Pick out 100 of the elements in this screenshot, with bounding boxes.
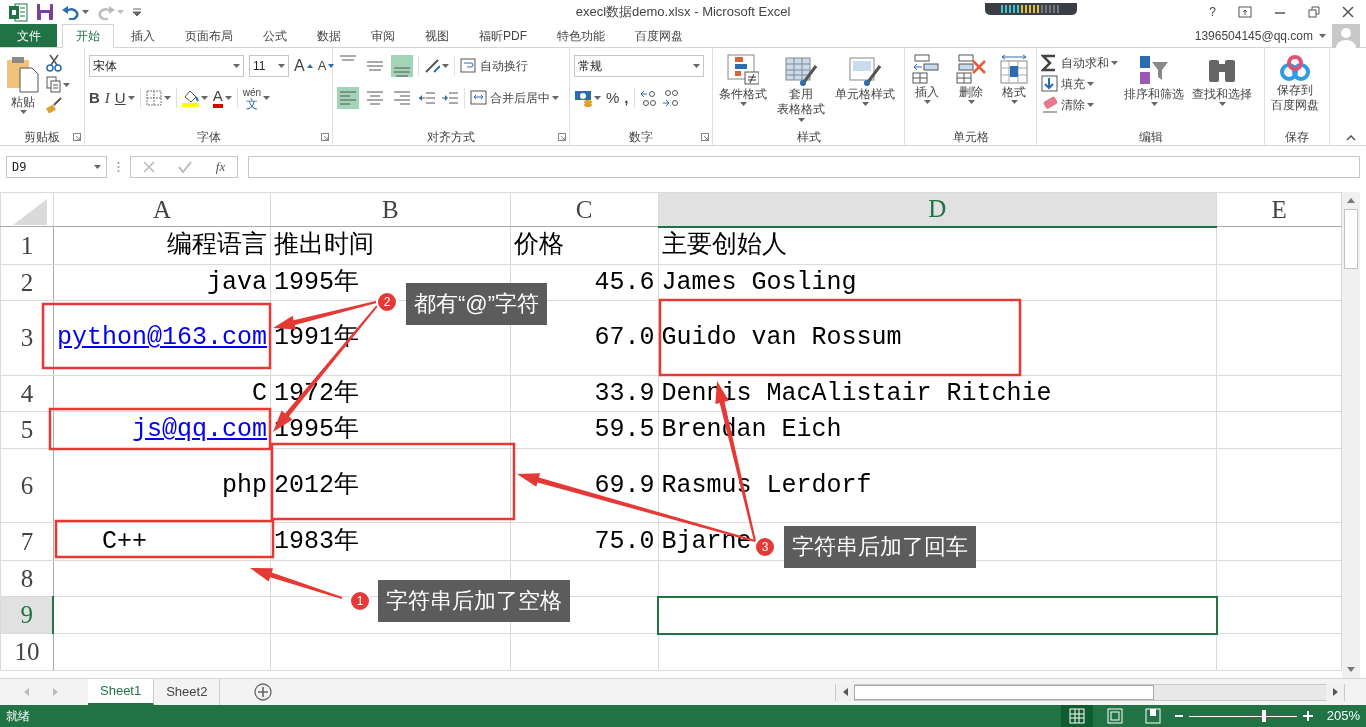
caret-icon[interactable] [224, 96, 232, 100]
table-format-button[interactable]: 套用 表格格式 [775, 54, 827, 128]
ribbon-tab[interactable]: 插入 [118, 24, 168, 47]
paste-button[interactable]: 粘贴 [4, 54, 42, 128]
italic-button[interactable]: I [104, 89, 110, 107]
scroll-right-icon[interactable] [1332, 688, 1338, 696]
active-cell[interactable] [658, 596, 1217, 634]
caret-icon[interactable] [19, 110, 27, 115]
caret-icon[interactable] [552, 96, 559, 100]
ribbon-tab[interactable]: 特色功能 [544, 24, 618, 47]
caret-icon[interactable] [739, 102, 747, 107]
dialog-launcher-icon[interactable] [321, 132, 329, 141]
zoom-out-icon[interactable] [1174, 712, 1183, 720]
horizontal-scrollbar[interactable] [835, 683, 1345, 701]
caret-icon[interactable] [63, 82, 70, 87]
font-size-field[interactable]: 11 [249, 55, 289, 77]
insert-cells-button[interactable]: 插入 [909, 54, 945, 128]
undo-button[interactable] [62, 4, 89, 20]
dialog-launcher-icon[interactable] [73, 132, 81, 141]
caret-icon[interactable] [163, 96, 171, 100]
comma-button[interactable]: , [624, 89, 629, 107]
insert-function-button[interactable]: fx [215, 157, 226, 177]
caret-icon[interactable] [594, 96, 601, 100]
outdent-icon[interactable] [418, 90, 436, 106]
scroll-thumb[interactable] [1344, 209, 1358, 269]
cell-style-button[interactable]: 单元格样式 [833, 54, 897, 128]
column-header[interactable]: A [53, 192, 271, 227]
sheet-tab[interactable]: Sheet1 [88, 679, 155, 705]
percent-button[interactable]: % [606, 89, 620, 107]
caret-icon[interactable] [967, 100, 975, 105]
column-header[interactable]: D [658, 192, 1217, 227]
excel-icon[interactable] [8, 2, 28, 22]
caret-icon[interactable] [797, 117, 805, 122]
restore-icon[interactable] [1308, 6, 1320, 18]
row-header[interactable]: 9 [0, 596, 54, 634]
indent-icon[interactable] [441, 90, 459, 106]
decrease-decimal-icon[interactable] [661, 89, 679, 107]
fill-color-button[interactable] [181, 89, 208, 107]
row-header[interactable]: 8 [0, 560, 54, 597]
borders-button[interactable] [145, 90, 171, 106]
column-header[interactable]: E [1216, 192, 1342, 227]
row-header[interactable]: 7 [0, 522, 54, 561]
caret-icon[interactable] [861, 102, 869, 107]
column-header[interactable]: B [270, 192, 511, 227]
grow-font-button[interactable]: A [294, 56, 313, 76]
sort-filter-button[interactable]: 排序和筛选 [1122, 54, 1186, 128]
row-header[interactable]: 5 [0, 411, 54, 449]
font-color-button[interactable]: A [212, 88, 232, 108]
caret-icon[interactable] [442, 64, 449, 68]
caret-icon[interactable] [923, 100, 931, 105]
number-format-field[interactable]: 常规 [574, 55, 704, 77]
save-icon[interactable] [36, 3, 54, 21]
save-to-cloud-button[interactable]: 保存到 百度网盘 [1269, 54, 1321, 128]
autosum-button[interactable]: 自动求和 [1041, 54, 1118, 72]
increase-decimal-icon[interactable] [639, 89, 657, 107]
caret-icon[interactable] [1319, 33, 1326, 38]
collapse-ribbon-icon[interactable] [1346, 135, 1356, 141]
name-box[interactable]: D9 [6, 156, 107, 178]
phonetic-button[interactable]: wén 文 [242, 86, 271, 110]
conditional-format-button[interactable]: 条件格式 [717, 54, 769, 128]
close-icon[interactable] [1342, 6, 1354, 18]
zoom-level[interactable]: 205% [1326, 706, 1360, 726]
row-header[interactable]: 2 [0, 264, 54, 301]
fill-button[interactable]: 填充 [1041, 75, 1118, 93]
column-header[interactable]: C [510, 192, 659, 227]
ribbon-tab[interactable]: 审阅 [358, 24, 408, 47]
caret-icon[interactable] [1111, 61, 1118, 65]
dialog-launcher-icon[interactable] [558, 132, 566, 141]
orientation-button[interactable] [424, 58, 449, 74]
merge-center-button[interactable]: 合并后居中 [470, 89, 559, 107]
row-header[interactable]: 4 [0, 375, 54, 412]
scroll-down-icon[interactable] [1347, 667, 1355, 672]
caret-icon[interactable] [1087, 82, 1094, 86]
caret-icon[interactable] [263, 96, 271, 100]
zoom-in-icon[interactable] [1302, 711, 1313, 721]
ribbon-tab[interactable]: 视图 [412, 24, 462, 47]
bold-button[interactable]: B [89, 89, 100, 107]
caret-icon[interactable] [1087, 103, 1094, 107]
ribbon-display-icon[interactable] [1238, 6, 1252, 18]
find-select-button[interactable]: 查找和选择 [1190, 54, 1254, 128]
ribbon-tab[interactable]: 开始 [62, 24, 114, 48]
caret-icon[interactable] [200, 96, 208, 100]
caret-icon[interactable] [94, 165, 101, 169]
account-name[interactable]: 1396504145@qq.com [1194, 26, 1313, 45]
currency-button[interactable] [574, 89, 601, 107]
scissors-icon[interactable] [46, 54, 62, 72]
wrap-text-button[interactable]: 自动换行 [460, 57, 528, 75]
normal-view-button[interactable] [1060, 705, 1093, 727]
caret-icon[interactable] [1010, 100, 1018, 105]
file-menu-button[interactable]: 文件 [0, 24, 57, 47]
caret-icon[interactable] [233, 64, 240, 68]
ribbon-tab[interactable]: 数据 [304, 24, 354, 47]
format-cells-button[interactable]: 格式 [997, 54, 1031, 128]
scroll-left-icon[interactable] [842, 688, 848, 696]
ribbon-tab[interactable]: 百度网盘 [622, 24, 696, 47]
shrink-font-button[interactable]: A [317, 58, 335, 74]
caret-icon[interactable] [693, 64, 700, 68]
help-button[interactable]: ? [1209, 3, 1216, 21]
caret-icon[interactable] [127, 96, 135, 100]
add-sheet-icon[interactable] [254, 683, 273, 701]
